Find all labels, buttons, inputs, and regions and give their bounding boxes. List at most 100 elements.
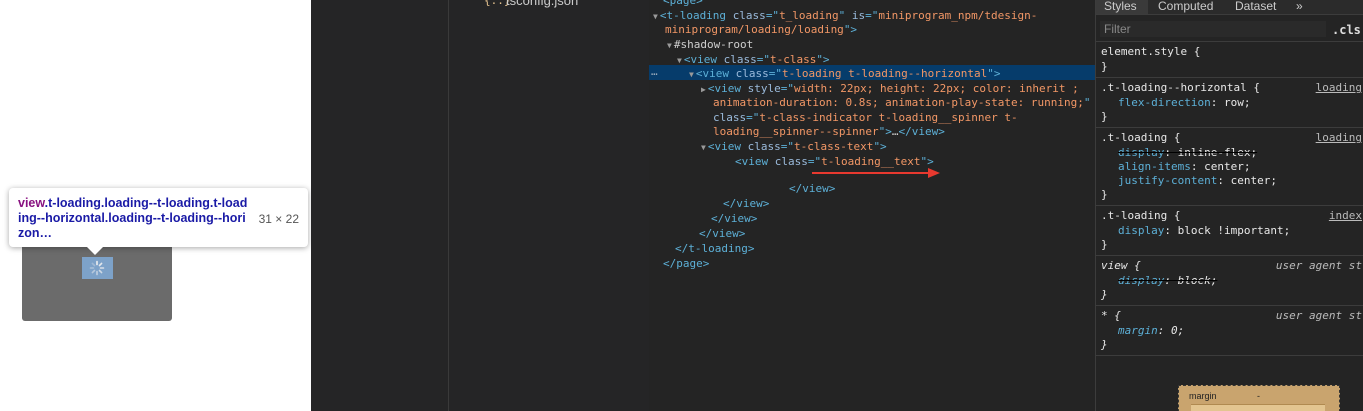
dom-token: t-class [769, 53, 817, 66]
tabs-overflow-icon[interactable]: » [1296, 0, 1303, 13]
box-model-border [1191, 404, 1325, 411]
dom-node-line[interactable]: </view> [723, 196, 769, 211]
dom-token: <view [707, 82, 748, 95]
style-rule: * { user agent st margin: 0;} [1096, 307, 1363, 356]
tab-computed[interactable]: Computed [1158, 0, 1213, 13]
css-property-name[interactable]: display [1118, 274, 1164, 287]
css-declaration[interactable]: display: inline-flex; [1118, 146, 1257, 159]
dom-node-line[interactable]: class="t-class-indicator t-loading__spin… [713, 110, 1018, 125]
styles-panel: Styles Computed Dataset » .cls element.s… [1095, 0, 1363, 411]
expand-triangle-icon[interactable]: ▼ [689, 70, 694, 79]
css-property-value[interactable]: center; [1204, 160, 1250, 173]
css-property-name[interactable]: display [1118, 224, 1164, 237]
dom-node-line[interactable]: </view> [711, 211, 757, 226]
css-declaration[interactable]: margin: 0; [1118, 324, 1184, 337]
rule-source-link[interactable]: loading [1316, 131, 1362, 144]
css-colon: : [1157, 324, 1171, 337]
dom-token: miniprogram/loading/loading [665, 23, 844, 36]
rule-source-link[interactable]: index [1329, 209, 1362, 222]
rule-selector[interactable]: .t-loading { [1101, 209, 1180, 222]
rule-user-agent-label: user agent st [1275, 309, 1362, 322]
css-property-name[interactable]: align-items [1118, 160, 1191, 173]
css-declaration[interactable]: display: block !important; [1118, 224, 1290, 237]
dom-node-line[interactable]: loading__spinner--spinner">…</view> [713, 124, 945, 139]
expand-triangle-icon[interactable]: ▼ [653, 12, 658, 21]
dom-token: </view> [723, 197, 770, 210]
dom-token: <page> [663, 0, 703, 7]
rule-selector[interactable]: element.style { [1101, 45, 1200, 58]
dom-node-line[interactable]: ▼ <view class="t-class-text"> [701, 139, 887, 155]
css-declaration[interactable]: justify-content: center; [1118, 174, 1277, 187]
rule-selector[interactable]: view { [1101, 259, 1141, 272]
dom-node-line[interactable]: </page> [663, 256, 709, 271]
expand-triangle-icon[interactable]: ▼ [677, 56, 682, 65]
dom-token: width: 22px; height: 22px; color: inheri… [793, 82, 1079, 95]
rule-close-brace: } [1101, 188, 1108, 201]
dom-node-line[interactable]: ▼ #shadow-root [667, 37, 754, 53]
css-property-value[interactable]: 0; [1171, 324, 1184, 337]
rule-source-link[interactable]: loading [1316, 81, 1362, 94]
css-declaration[interactable]: align-items: center; [1118, 160, 1250, 173]
dom-token: "> [987, 67, 1001, 80]
loading-spinner-icon [89, 260, 105, 276]
css-property-value[interactable]: center; [1231, 174, 1277, 187]
rule-close-brace: } [1101, 288, 1108, 301]
element-inspect-tooltip: view.t-loading.loading--t-loading.t-load… [9, 188, 308, 247]
dom-token: animation-duration: 0.8s; animation-play… [713, 96, 1084, 109]
dom-node-line[interactable]: animation-duration: 0.8s; animation-play… [713, 95, 1091, 110]
dom-token: t-class-text [793, 140, 874, 153]
dom-node-line[interactable]: <page> [663, 0, 703, 8]
dom-token: " [1083, 96, 1091, 109]
file-tree-item-tsconfig[interactable]: tsconfig.json [506, 0, 578, 8]
box-model-margin-label: margin [1189, 391, 1217, 401]
rule-selector[interactable]: .t-loading { [1101, 131, 1180, 144]
css-property-value[interactable]: row; [1224, 96, 1251, 109]
dom-node-line[interactable]: ▼ <view class="t-loading t-loading--horiz… [689, 66, 1001, 82]
dom-token: <view [683, 53, 724, 66]
collapse-triangle-icon[interactable]: ▶ [701, 85, 706, 94]
panel-divider[interactable] [448, 0, 449, 411]
rule-close-brace: } [1101, 338, 1108, 351]
css-property-name[interactable]: justify-content [1118, 174, 1217, 187]
dom-node-line[interactable]: </view> [789, 181, 835, 196]
dom-token: </view> [699, 227, 746, 240]
dom-token: =" [865, 9, 879, 22]
css-property-name[interactable]: margin [1118, 324, 1158, 337]
rule-selector[interactable]: .t-loading--horizontal { [1101, 81, 1260, 94]
css-property-name[interactable]: display [1118, 146, 1164, 159]
rule-selector[interactable]: * { [1101, 309, 1121, 322]
dom-token: =" [780, 140, 794, 153]
style-rule: view {user agent st display: block;} [1096, 257, 1363, 306]
cls-toggle-button[interactable]: .cls [1332, 23, 1361, 37]
css-colon: : [1210, 96, 1224, 109]
tooltip-selector: view.t-loading.loading--t-loading.t-load… [18, 196, 250, 241]
css-property-value[interactable]: block !important; [1178, 224, 1291, 237]
css-declaration[interactable]: flex-direction: row; [1118, 96, 1250, 109]
expand-triangle-icon[interactable]: ▼ [667, 41, 672, 50]
dom-token: </view> [711, 212, 758, 225]
dom-token: </page> [663, 257, 710, 270]
node-more-dots[interactable]: … [651, 65, 658, 78]
tab-dataset[interactable]: Dataset [1235, 0, 1276, 13]
tab-styles[interactable]: Styles [1104, 0, 1137, 13]
dom-token: t-loading t-loading--horizontal [781, 67, 988, 80]
css-property-name[interactable]: flex-direction [1118, 96, 1211, 109]
styles-filter-input[interactable] [1100, 21, 1326, 37]
css-property-value[interactable]: inline-flex; [1178, 146, 1257, 159]
dom-node-line[interactable]: </view> [699, 226, 745, 241]
dom-token: #shadow-root [673, 38, 754, 51]
css-colon: : [1217, 174, 1231, 187]
dom-node-line[interactable]: </t-loading> [675, 241, 754, 256]
dom-node-line[interactable]: miniprogram/loading/loading"> [665, 22, 857, 37]
tooltip-tag: view [18, 196, 45, 210]
css-colon: : [1164, 224, 1178, 237]
css-property-value[interactable]: block; [1178, 274, 1218, 287]
style-rule: .t-loading { loading display: inline-flex;… [1096, 129, 1363, 206]
dom-token: =" [768, 67, 782, 80]
css-declaration[interactable]: display: block; [1118, 274, 1217, 287]
expand-triangle-icon[interactable]: ▼ [701, 143, 706, 152]
dom-token: "> [816, 53, 830, 66]
dom-token: miniprogram_npm/tdesign- [878, 9, 1038, 22]
dom-token: is [851, 9, 866, 22]
rule-close-brace: } [1101, 60, 1108, 73]
